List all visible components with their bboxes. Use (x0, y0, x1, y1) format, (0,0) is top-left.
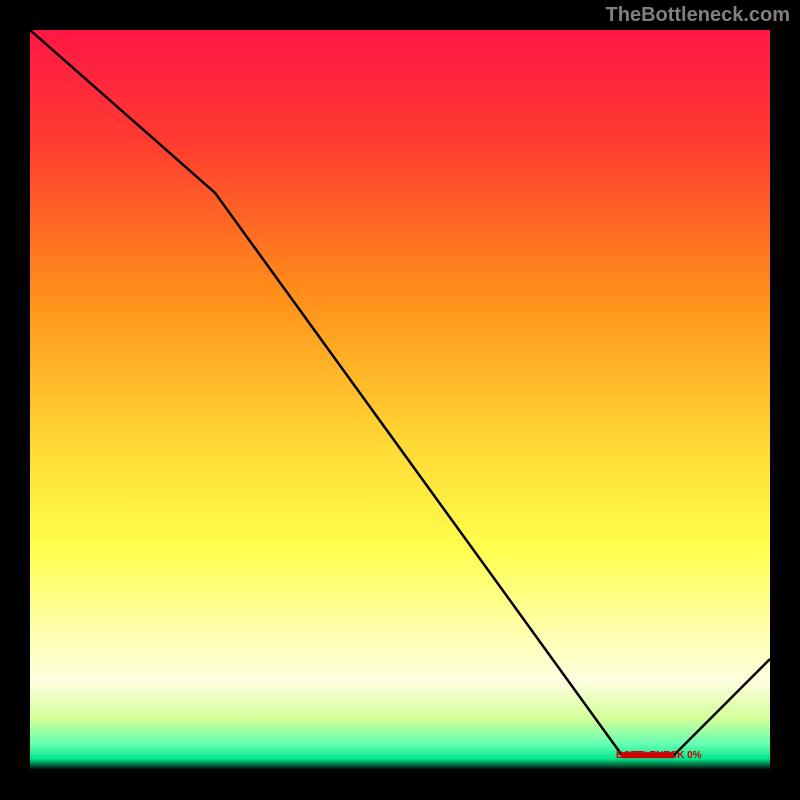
plot-area (30, 30, 770, 770)
bottleneck-zero-label: BOTTLENECK 0% (616, 750, 702, 761)
chart-svg (30, 30, 770, 770)
watermark-text: TheBottleneck.com (606, 4, 790, 27)
gradient-background (30, 30, 770, 770)
chart-container: TheBottleneck.com BOTTLENECK 0% (0, 0, 800, 800)
